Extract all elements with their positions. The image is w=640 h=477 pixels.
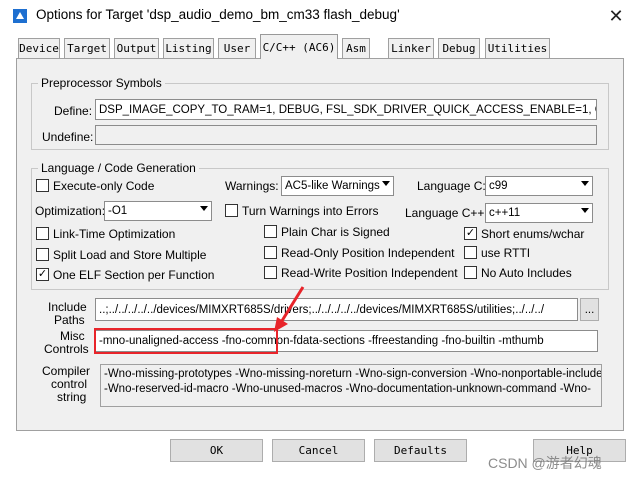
- warnings-select[interactable]: AC5-like Warnings: [281, 176, 394, 196]
- language-c-label: Language C:: [417, 179, 486, 193]
- tab-cpp-ac6[interactable]: C/C++ (AC6): [260, 34, 338, 59]
- app-icon: [12, 8, 28, 24]
- warnings-value: AC5-like Warnings: [285, 180, 380, 192]
- ok-button[interactable]: OK: [170, 439, 263, 462]
- language-c-select[interactable]: c99: [485, 176, 593, 196]
- language-cpp-select[interactable]: c++11: [485, 203, 593, 223]
- window-title: Options for Target 'dsp_audio_demo_bm_cm…: [36, 7, 400, 22]
- optimization-value: -O1: [108, 205, 128, 217]
- compiler-label-1: Compiler: [42, 364, 91, 378]
- include-browse-button[interactable]: ...: [580, 298, 599, 321]
- misc-controls-rest: -fdata-sections -ffreestanding -fno-buil…: [289, 335, 544, 347]
- cancel-button[interactable]: Cancel: [272, 439, 365, 462]
- tab-asm[interactable]: Asm: [342, 38, 370, 58]
- chevron-down-icon: [200, 206, 208, 211]
- misc-label-1: Misc: [60, 329, 85, 343]
- compiler-label-2: control: [51, 377, 88, 391]
- ropi-label: Read-Only Position Independent: [281, 246, 455, 260]
- split-load-checkbox[interactable]: [36, 248, 49, 261]
- include-label-1: Include: [48, 300, 87, 314]
- no-auto-includes-checkbox[interactable]: [464, 266, 477, 279]
- one-elf-checkbox[interactable]: ✓: [36, 268, 49, 281]
- include-paths-input[interactable]: ..;../../../../../devices/MIMXRT685S/dri…: [95, 298, 578, 321]
- tab-device[interactable]: Device: [18, 38, 60, 58]
- compiler-line-1: -Wno-missing-prototypes -Wno-missing-nor…: [104, 368, 602, 380]
- compiler-control-string[interactable]: -Wno-missing-prototypes -Wno-missing-nor…: [100, 364, 602, 407]
- watermark: CSDN @游者幻魂: [488, 455, 602, 471]
- execute-only-checkbox[interactable]: [36, 179, 49, 192]
- include-label-2: Paths: [54, 313, 85, 327]
- close-icon[interactable]: ✕: [596, 2, 636, 30]
- tab-utilities[interactable]: Utilities: [485, 38, 550, 58]
- short-enums-checkbox[interactable]: ✓: [464, 227, 477, 240]
- tab-linker[interactable]: Linker: [388, 38, 434, 58]
- preprocessor-group-label: Preprocessor Symbols: [38, 76, 165, 90]
- compiler-line-2: -Wno-reserved-id-macro -Wno-unused-macro…: [104, 383, 591, 395]
- use-rtti-label: use RTTI: [481, 246, 531, 260]
- split-load-label: Split Load and Store Multiple: [53, 248, 207, 262]
- tab-target[interactable]: Target: [64, 38, 110, 58]
- tab-listing[interactable]: Listing: [163, 38, 214, 58]
- tab-user[interactable]: User: [218, 38, 256, 58]
- optimization-select[interactable]: -O1: [104, 201, 212, 221]
- link-time-checkbox[interactable]: [36, 227, 49, 240]
- link-time-label: Link-Time Optimization: [53, 227, 176, 241]
- no-auto-includes-label: No Auto Includes: [481, 266, 572, 280]
- one-elf-label: One ELF Section per Function: [53, 268, 215, 282]
- warnings-label: Warnings:: [225, 179, 279, 193]
- chevron-down-icon: [382, 181, 390, 186]
- plain-char-label: Plain Char is Signed: [281, 225, 390, 239]
- language-cpp-label: Language C++:: [405, 206, 488, 220]
- ropi-checkbox[interactable]: [264, 246, 277, 259]
- chevron-down-icon: [581, 181, 589, 186]
- undefine-input[interactable]: [95, 125, 597, 145]
- define-input[interactable]: DSP_IMAGE_COPY_TO_RAM=1, DEBUG, FSL_SDK_…: [95, 99, 597, 120]
- define-label: Define:: [54, 104, 93, 118]
- misc-label-2: Controls: [44, 342, 89, 356]
- optimization-label: Optimization:: [35, 204, 106, 218]
- short-enums-label: Short enums/wchar: [481, 227, 585, 241]
- language-c-value: c99: [489, 180, 508, 192]
- rwpi-label: Read-Write Position Independent: [281, 266, 458, 280]
- rwpi-checkbox[interactable]: [264, 266, 277, 279]
- language-cpp-value: c++11: [489, 207, 521, 219]
- compiler-label-3: string: [57, 390, 87, 404]
- undefine-label: Undefine:: [42, 130, 94, 144]
- tab-debug[interactable]: Debug: [438, 38, 480, 58]
- plain-char-checkbox[interactable]: [264, 225, 277, 238]
- tab-output[interactable]: Output: [114, 38, 159, 58]
- red-arrow-icon: [270, 284, 310, 334]
- defaults-button[interactable]: Defaults: [374, 439, 467, 462]
- turn-warnings-label: Turn Warnings into Errors: [242, 204, 379, 218]
- execute-only-label: Execute-only Code: [53, 179, 155, 193]
- language-group-label: Language / Code Generation: [38, 161, 199, 175]
- use-rtti-checkbox[interactable]: [464, 246, 477, 259]
- highlight-box: [94, 328, 278, 354]
- turn-warnings-checkbox[interactable]: [225, 204, 238, 217]
- chevron-down-icon: [581, 208, 589, 213]
